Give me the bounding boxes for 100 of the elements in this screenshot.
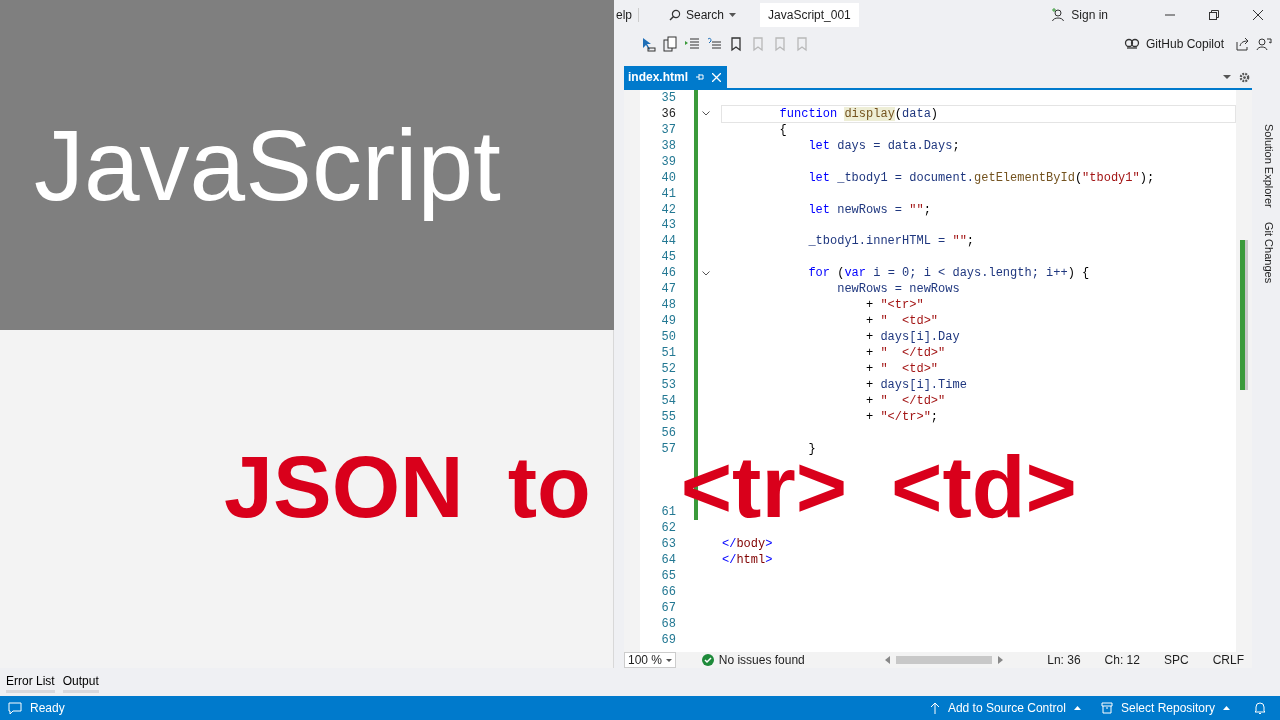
- line-number: 46: [660, 266, 676, 281]
- code-line: + " </td>": [866, 345, 946, 360]
- line-number: 38: [660, 138, 676, 153]
- caption-word: JSON: [224, 452, 464, 523]
- code-line: for (var i = 0; i < days.length; i++) {: [808, 266, 1090, 281]
- close-icon[interactable]: [712, 72, 721, 82]
- copilot-button[interactable]: GitHub Copilot: [1145, 37, 1224, 51]
- file-tab[interactable]: index.html: [624, 66, 727, 88]
- solution-name: JavaScript_001: [760, 3, 859, 27]
- line-number: 54: [660, 393, 676, 408]
- collapse-icon[interactable]: [702, 111, 710, 117]
- code-line: </body>: [722, 537, 773, 552]
- line-number: 44: [660, 234, 676, 249]
- line-number: 66: [660, 585, 676, 600]
- line-number: 48: [660, 298, 676, 313]
- line-number: 55: [660, 409, 676, 424]
- code-line: let newRows = "";: [808, 202, 931, 217]
- side-panel-tab[interactable]: Git Changes: [1263, 221, 1275, 283]
- left-arrow-icon[interactable]: [884, 656, 890, 664]
- line-number: 64: [660, 553, 676, 568]
- code-line: function display(data): [779, 106, 939, 121]
- indent-icon[interactable]: [684, 36, 700, 52]
- right-arrow-icon[interactable]: [998, 656, 1004, 664]
- line-number: 37: [660, 122, 676, 137]
- line-number: 40: [660, 170, 676, 185]
- panel-tab[interactable]: Output: [62, 671, 99, 693]
- repository-button[interactable]: Select Repository: [1120, 701, 1215, 715]
- outdent-icon[interactable]: [706, 36, 722, 52]
- column-indicator[interactable]: Ch: 12: [1104, 653, 1140, 667]
- caret-icon: [1073, 706, 1081, 710]
- line-number: 57: [660, 441, 676, 456]
- line-number: 68: [660, 616, 676, 631]
- line-number: 47: [660, 282, 676, 297]
- line-number: 53: [660, 377, 676, 392]
- code-line: </html>: [722, 553, 773, 568]
- collapse-icon[interactable]: [702, 270, 710, 276]
- line-number: 42: [660, 202, 676, 217]
- settings-icon[interactable]: [1239, 71, 1250, 83]
- copilot-icon: [1123, 37, 1140, 51]
- line-number: 62: [660, 521, 676, 536]
- caret-icon: [665, 658, 672, 662]
- line-ending-indicator[interactable]: CRLF: [1212, 653, 1244, 667]
- bookmark-icon[interactable]: [728, 36, 744, 52]
- code-line: + " <td>": [866, 361, 939, 376]
- copy-icon[interactable]: [662, 36, 678, 52]
- close-icon: [1253, 10, 1263, 20]
- feedback-icon[interactable]: [1256, 37, 1272, 51]
- line-number: 41: [660, 186, 676, 201]
- share-icon[interactable]: [1236, 37, 1250, 51]
- code-line: + " </td>": [866, 393, 946, 408]
- code-line: + days[i].Day: [866, 330, 960, 345]
- chat-icon: [8, 701, 22, 715]
- caret-icon: [729, 13, 737, 17]
- line-number: 56: [660, 425, 676, 440]
- line-indicator[interactable]: Ln: 36: [1047, 653, 1081, 667]
- caret-icon[interactable]: [1223, 75, 1231, 79]
- line-number: 67: [660, 600, 676, 615]
- sign-in-link[interactable]: Sign in: [1071, 8, 1108, 22]
- person-icon: [1051, 8, 1066, 22]
- restore-icon: [1209, 10, 1219, 20]
- line-number: 61: [660, 505, 676, 520]
- line-number: 36: [660, 106, 676, 121]
- code-line: let days = data.Days;: [808, 138, 960, 153]
- code-line: {: [779, 122, 787, 137]
- line-number: 65: [660, 569, 676, 584]
- line-number: 51: [660, 345, 676, 360]
- source-control-button[interactable]: Add to Source Control: [947, 701, 1066, 715]
- title-text: JavaScript: [34, 107, 501, 223]
- search-icon: [669, 9, 681, 21]
- up-arrow-icon: [929, 702, 940, 714]
- code-line: newRows = newRows: [837, 282, 960, 297]
- line-number: 39: [660, 154, 676, 169]
- code-line: + " <td>": [866, 314, 939, 329]
- line-number: 45: [660, 250, 676, 265]
- bell-icon[interactable]: [1254, 701, 1266, 715]
- line-number: 63: [660, 537, 676, 552]
- zoom-dropdown[interactable]: 100 %: [624, 652, 676, 668]
- menu-item[interactable]: elp: [614, 8, 639, 22]
- code-line: let _tbody1 = document.getElementById("tbody1");: [808, 170, 1155, 185]
- repository-icon: [1100, 702, 1113, 714]
- caption-word: to: [507, 452, 591, 523]
- horizontal-scrollbar[interactable]: [884, 656, 1004, 664]
- line-number: 50: [660, 330, 676, 345]
- pin-icon[interactable]: [696, 73, 704, 81]
- line-number: 43: [660, 218, 676, 233]
- spacing-indicator[interactable]: SPC: [1163, 653, 1189, 667]
- caption-word: <td>: [891, 452, 1077, 523]
- issues-status[interactable]: No issues found: [718, 653, 805, 667]
- line-number: 35: [660, 90, 676, 105]
- line-number: 52: [660, 361, 676, 376]
- search-button[interactable]: Search: [686, 8, 725, 22]
- status-text: Ready: [30, 701, 65, 715]
- select-icon[interactable]: [640, 36, 656, 52]
- code-line: + "<tr>": [866, 298, 924, 313]
- side-panel-tab[interactable]: Solution Explorer: [1263, 124, 1275, 208]
- line-number: 69: [660, 632, 676, 647]
- code-line: + "</tr>";: [866, 409, 939, 424]
- caret-icon: [1223, 706, 1230, 710]
- vertical-scrollbar[interactable]: [1236, 90, 1252, 652]
- panel-tab[interactable]: Error List: [6, 671, 55, 693]
